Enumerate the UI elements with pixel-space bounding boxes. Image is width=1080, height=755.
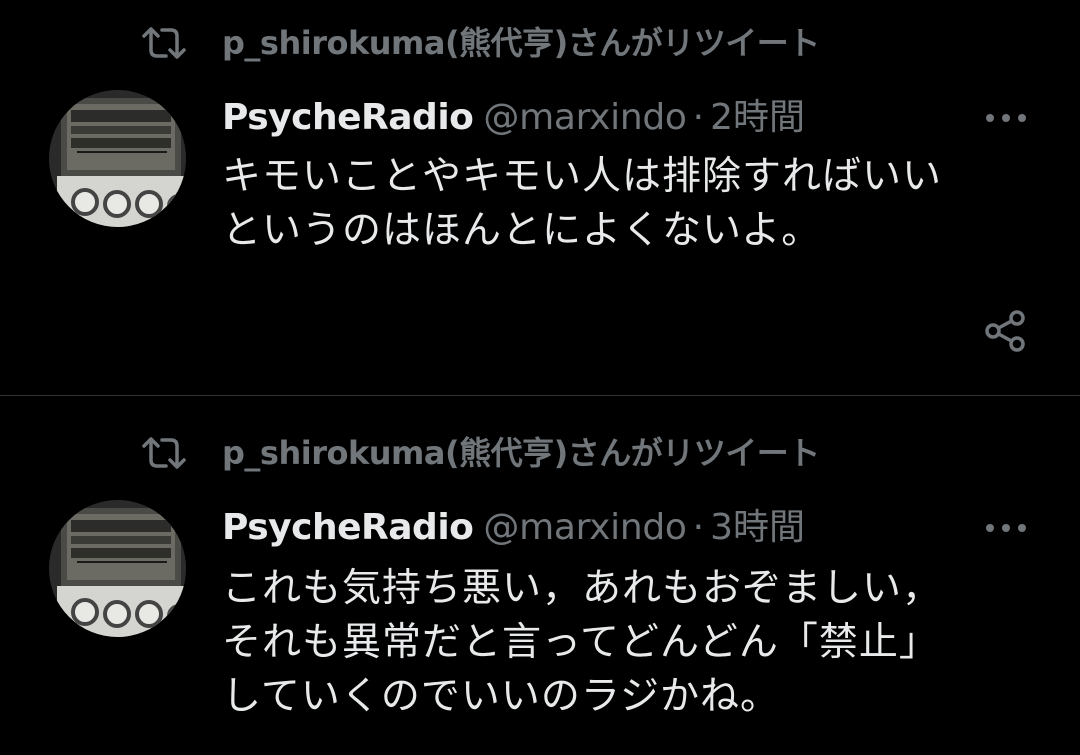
user-handle[interactable]: @marxindo <box>483 507 687 548</box>
radio-image <box>49 500 186 637</box>
retweet-context[interactable]: p_shirokuma(熊代亨)さんがリツイート <box>0 22 1080 66</box>
display-name[interactable]: PsycheRadio <box>222 97 474 138</box>
retweet-icon <box>142 27 186 59</box>
tweet-header: PsycheRadio @marxindo · 3時間 <box>222 504 805 552</box>
user-handle[interactable]: @marxindo <box>483 97 687 138</box>
more-icon[interactable] <box>982 518 1030 538</box>
display-name[interactable]: PsycheRadio <box>222 507 474 548</box>
separator-dot: · <box>692 507 705 548</box>
tweet-text: キモいことやキモい人は排除すればいい というのはほんとによくないよ。 <box>222 150 1022 258</box>
retweet-icon <box>142 437 186 469</box>
timestamp[interactable]: 2時間 <box>710 97 805 138</box>
retweet-context[interactable]: p_shirokuma(熊代亨)さんがリツイート <box>0 432 1080 476</box>
tweet-text-line: それも異常だと言ってどんどん「禁止」 <box>222 620 939 665</box>
tweet-text-line: キモいことやキモい人は排除すればいい <box>222 154 943 199</box>
tweet-text-line: これも気持ち悪い，あれもおぞましい， <box>222 566 943 611</box>
more-icon[interactable] <box>982 108 1030 128</box>
share-icon[interactable] <box>980 306 1030 356</box>
tweet-header: PsycheRadio @marxindo · 2時間 <box>222 94 805 142</box>
timestamp[interactable]: 3時間 <box>710 507 805 548</box>
avatar[interactable] <box>49 90 186 227</box>
avatar[interactable] <box>49 500 186 637</box>
tweet-text: これも気持ち悪い，あれもおぞましい， それも異常だと言ってどんどん「禁止」 して… <box>222 562 1022 724</box>
tweet-text-line: というのはほんとによくないよ。 <box>222 208 822 253</box>
tweet-card[interactable]: p_shirokuma(熊代亨)さんがリツイート PsycheRadio @mar… <box>0 0 1080 395</box>
tweet-card[interactable]: p_shirokuma(熊代亨)さんがリツイート PsycheRadio @mar… <box>0 396 1080 755</box>
tweet-text-line: していくのでいいのラジかね。 <box>222 674 781 719</box>
separator-dot: · <box>692 97 705 138</box>
retweet-label[interactable]: p_shirokuma(熊代亨)さんがリツイート <box>222 22 820 64</box>
radio-image <box>49 90 186 227</box>
retweet-label[interactable]: p_shirokuma(熊代亨)さんがリツイート <box>222 432 820 474</box>
